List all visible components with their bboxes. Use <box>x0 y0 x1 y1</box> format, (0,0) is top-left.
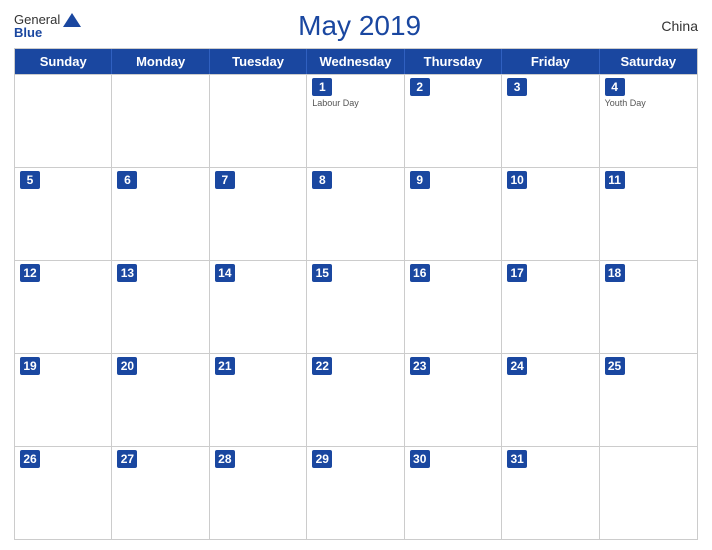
cal-cell-2-2: 14 <box>210 261 307 353</box>
week-row-1: 1 Labour Day 2 3 4 Youth Day <box>15 74 697 167</box>
cal-cell-4-0: 26 <box>15 447 112 539</box>
week-row-4: 19 20 21 22 23 24 25 <box>15 353 697 446</box>
cal-cell-4-1: 27 <box>112 447 209 539</box>
day-number: 5 <box>20 171 40 189</box>
cal-cell-1-3: 8 <box>307 168 404 260</box>
cal-cell-2-0: 12 <box>15 261 112 353</box>
day-number: 2 <box>410 78 430 96</box>
cal-cell-4-3: 29 <box>307 447 404 539</box>
day-number: 30 <box>410 450 430 468</box>
holiday-label: Labour Day <box>312 98 398 108</box>
day-number: 27 <box>117 450 137 468</box>
logo: General Blue <box>14 12 81 40</box>
cal-cell-4-4: 30 <box>405 447 502 539</box>
cal-cell-2-1: 13 <box>112 261 209 353</box>
day-number: 7 <box>215 171 235 189</box>
day-number: 20 <box>117 357 137 375</box>
cal-cell-2-5: 17 <box>502 261 599 353</box>
day-number: 14 <box>215 264 235 282</box>
cal-cell-1-0: 5 <box>15 168 112 260</box>
header-thursday: Thursday <box>405 49 502 74</box>
day-number: 10 <box>507 171 527 189</box>
day-number: 18 <box>605 264 625 282</box>
day-number: 22 <box>312 357 332 375</box>
cal-cell-1-6: 11 <box>600 168 697 260</box>
day-number: 3 <box>507 78 527 96</box>
cal-cell-1-1: 6 <box>112 168 209 260</box>
header-saturday: Saturday <box>600 49 697 74</box>
cal-cell-3-3: 22 <box>307 354 404 446</box>
day-number: 25 <box>605 357 625 375</box>
cal-cell-0-2 <box>210 75 307 167</box>
cal-cell-3-2: 21 <box>210 354 307 446</box>
day-number: 11 <box>605 171 625 189</box>
cal-cell-2-4: 16 <box>405 261 502 353</box>
day-number: 12 <box>20 264 40 282</box>
day-number: 8 <box>312 171 332 189</box>
header-wednesday: Wednesday <box>307 49 404 74</box>
month-title: May 2019 <box>81 10 638 42</box>
day-number: 29 <box>312 450 332 468</box>
holiday-label: Youth Day <box>605 98 692 108</box>
cal-cell-0-4: 2 <box>405 75 502 167</box>
logo-blue: Blue <box>14 25 42 40</box>
header-sunday: Sunday <box>15 49 112 74</box>
day-number: 16 <box>410 264 430 282</box>
header-monday: Monday <box>112 49 209 74</box>
week-row-3: 12 13 14 15 16 17 18 <box>15 260 697 353</box>
cal-cell-1-2: 7 <box>210 168 307 260</box>
day-number: 9 <box>410 171 430 189</box>
country-label: China <box>638 18 698 34</box>
day-number: 21 <box>215 357 235 375</box>
week-row-2: 5 6 7 8 9 10 11 <box>15 167 697 260</box>
cal-cell-0-6: 4 Youth Day <box>600 75 697 167</box>
day-number: 28 <box>215 450 235 468</box>
day-number: 19 <box>20 357 40 375</box>
week-row-5: 26 27 28 29 30 31 <box>15 446 697 539</box>
cal-cell-0-1 <box>112 75 209 167</box>
day-number: 6 <box>117 171 137 189</box>
cal-cell-3-5: 24 <box>502 354 599 446</box>
cal-cell-4-5: 31 <box>502 447 599 539</box>
cal-cell-4-6 <box>600 447 697 539</box>
logo-icon <box>63 13 81 27</box>
cal-cell-3-1: 20 <box>112 354 209 446</box>
cal-cell-3-0: 19 <box>15 354 112 446</box>
cal-cell-0-3: 1 Labour Day <box>307 75 404 167</box>
day-number: 26 <box>20 450 40 468</box>
header-friday: Friday <box>502 49 599 74</box>
cal-cell-1-5: 10 <box>502 168 599 260</box>
cal-cell-0-0 <box>15 75 112 167</box>
day-number: 31 <box>507 450 527 468</box>
header-tuesday: Tuesday <box>210 49 307 74</box>
day-number: 1 <box>312 78 332 96</box>
day-number: 24 <box>507 357 527 375</box>
calendar-body: 1Labour Day234Youth Day56789101112131415… <box>15 74 697 539</box>
day-number: 4 <box>605 78 625 96</box>
calendar-header: General Blue May 2019 China <box>14 10 698 42</box>
cal-cell-2-3: 15 <box>307 261 404 353</box>
cal-cell-4-2: 28 <box>210 447 307 539</box>
cal-cell-0-5: 3 <box>502 75 599 167</box>
day-number: 23 <box>410 357 430 375</box>
day-number: 13 <box>117 264 137 282</box>
cal-cell-3-6: 25 <box>600 354 697 446</box>
cal-cell-1-4: 9 <box>405 168 502 260</box>
cal-cell-3-4: 23 <box>405 354 502 446</box>
day-number: 15 <box>312 264 332 282</box>
day-number: 17 <box>507 264 527 282</box>
cal-cell-2-6: 18 <box>600 261 697 353</box>
calendar-grid: Sunday Monday Tuesday Wednesday Thursday… <box>14 48 698 540</box>
weekday-header-row: Sunday Monday Tuesday Wednesday Thursday… <box>15 49 697 74</box>
calendar-page: General Blue May 2019 China Sunday Monda… <box>0 0 712 550</box>
